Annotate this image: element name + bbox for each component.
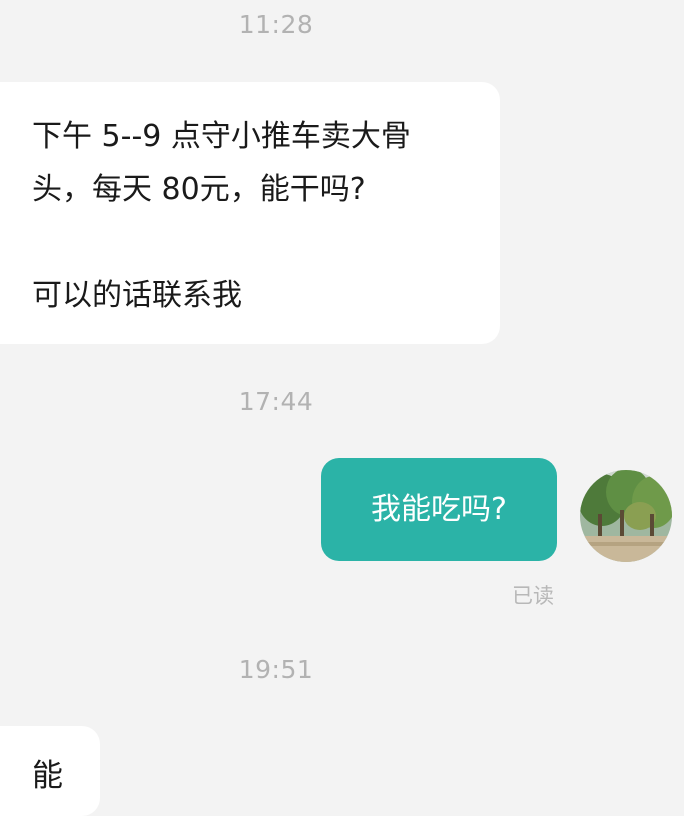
message-text-line: 下午 5--9 点守小推车卖大骨 (32, 119, 411, 154)
timestamp: 11:28 (238, 10, 314, 39)
incoming-message-bubble[interactable]: 下午 5--9 点守小推车卖大骨 头，每天 80元，能干吗? 可以的话联系我 (0, 82, 500, 344)
incoming-message-bubble[interactable]: 能 (0, 726, 100, 816)
message-text-line: 头，每天 80元，能干吗? (32, 172, 366, 207)
user-avatar[interactable] (580, 470, 672, 562)
timestamp: 19:51 (238, 655, 314, 684)
message-text-line: 可以的话联系我 (32, 278, 242, 313)
outgoing-message-bubble[interactable]: 我能吃吗? (321, 458, 557, 561)
tree-photo-avatar-icon (580, 470, 672, 562)
chat-window: 11:28 下午 5--9 点守小推车卖大骨 头，每天 80元，能干吗? 可以的… (0, 0, 684, 816)
timestamp: 17:44 (238, 387, 314, 416)
read-receipt: 已读 (512, 584, 554, 608)
